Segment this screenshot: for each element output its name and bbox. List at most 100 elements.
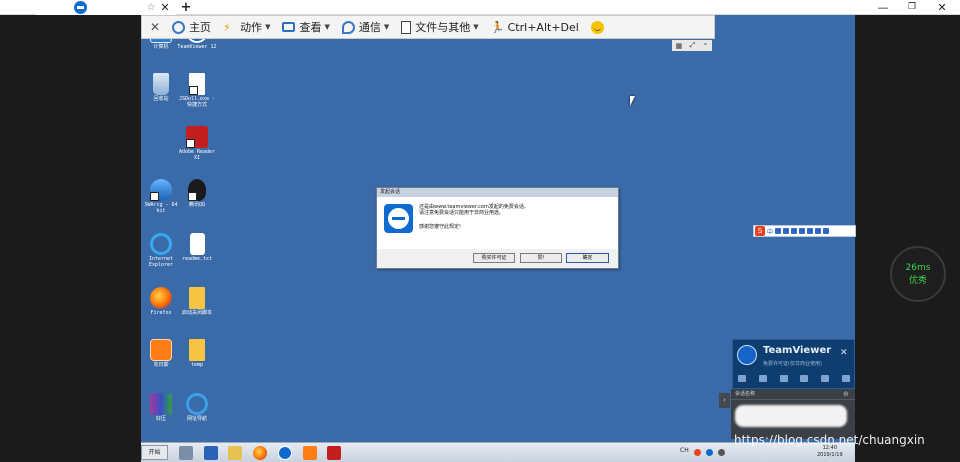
toolbar-view-menu[interactable]: 查看 ▼ <box>282 19 330 35</box>
monitor-icon <box>282 22 296 32</box>
desktop-icon-startup-script[interactable]: 启动关闭脚本 <box>177 287 217 316</box>
internet-explorer-icon <box>150 233 172 255</box>
desktop-icon-recycle-bin[interactable]: 回收站 <box>141 73 181 102</box>
desktop-icon-label: 回收站 <box>153 96 169 102</box>
files-icon[interactable] <box>800 375 809 382</box>
sunlogin-icon[interactable] <box>303 446 317 460</box>
pen-icon[interactable] <box>821 375 830 382</box>
running-man-icon: 🏃 <box>490 20 505 34</box>
maximize-button[interactable]: ❐ <box>905 0 919 15</box>
adobe-reader-icon[interactable] <box>327 446 341 460</box>
panel-close-button[interactable]: ✕ <box>840 348 848 358</box>
buy-license-button[interactable]: 购买许可证 <box>473 253 515 263</box>
window-close-button[interactable]: ✕ <box>935 0 949 15</box>
desktop-icon-temp[interactable]: temp <box>177 339 217 368</box>
ime-mode-toggle[interactable]: 中 <box>767 227 773 236</box>
language-indicator[interactable]: CH <box>680 447 689 454</box>
collapse-toolbar-icon[interactable]: ⌃ <box>702 42 708 50</box>
sogou-tray-icon[interactable] <box>694 449 701 456</box>
teamviewer-logo-icon <box>74 1 87 14</box>
teamviewer-icon[interactable] <box>278 446 292 460</box>
tools-icon[interactable] <box>823 228 830 234</box>
archive-icon <box>150 393 172 415</box>
fullscreen-icon[interactable]: ⤢ <box>690 41 696 50</box>
file-icon <box>401 20 412 34</box>
phone-icon <box>341 20 355 34</box>
desktop-icon-label: 启动关闭脚本 <box>181 310 212 316</box>
desktop-icon-sunlogin[interactable]: 向日葵 <box>141 339 181 368</box>
minimize-button[interactable]: — <box>876 0 890 15</box>
confirm-button[interactable]: 确定 <box>566 253 609 263</box>
qq-penguin-icon <box>188 179 206 201</box>
smiley-icon <box>590 20 604 34</box>
expand-panel-button[interactable]: › <box>719 393 730 408</box>
collapse-icon[interactable] <box>841 375 850 382</box>
home-icon <box>172 20 186 34</box>
teamviewer-logo-icon <box>737 345 757 365</box>
panel-toolbar <box>738 375 850 382</box>
panel-license-note: 免费许可证(仅非商业使用) <box>763 361 822 367</box>
dialog-title[interactable]: 发起会话 <box>377 188 618 197</box>
start-button[interactable]: 开始 <box>141 445 168 460</box>
toolbar-label: 查看 <box>299 21 322 34</box>
toolbar-label: 动作 <box>240 21 263 34</box>
desktop-icon-adobe-reader[interactable]: Adobe Reader XI <box>177 126 217 161</box>
punctuation-icon[interactable] <box>775 228 782 234</box>
desktop-icon-readme[interactable]: readme.txt <box>177 233 217 262</box>
panel-title: TeamViewer <box>763 345 832 356</box>
sogou-ime-bar[interactable]: S 中 <box>753 225 856 237</box>
video-icon[interactable] <box>738 375 746 382</box>
recycle-bin-icon <box>153 73 169 95</box>
microphone-icon[interactable] <box>791 228 798 234</box>
desktop-icon-web-nav[interactable]: 网址导航 <box>177 393 217 422</box>
powershell-icon[interactable] <box>204 446 218 460</box>
desktop-icon-haozip[interactable]: 好压 <box>141 393 181 422</box>
like-button[interactable]: 赞! <box>520 253 562 263</box>
firefox-icon[interactable] <box>253 446 267 460</box>
grip-icon[interactable]: ▦ <box>676 42 683 50</box>
teamviewer-notification-panel: TeamViewer 免费许可证(仅非商业使用) ✕ <box>732 339 855 389</box>
toolbar-actions-menu[interactable]: ⚡ 动作 ▼ <box>223 19 270 35</box>
desktop-icon-label: TeamViewer 12 <box>177 44 217 50</box>
toolbar-communicate-menu[interactable]: 通信 ▼ <box>341 19 389 35</box>
toolbar-feedback[interactable] <box>590 20 608 34</box>
desktop-icon-firefox[interactable]: Firefox <box>141 287 181 316</box>
dialog-footer: 购买许可证 赞! 确定 <box>377 249 618 268</box>
desktop-icon-label: Firefox <box>150 310 172 316</box>
clock-date: 2019/1/19 <box>817 452 843 458</box>
chevron-down-icon[interactable]: ⊕ <box>843 389 849 400</box>
clock[interactable]: 12:40 2019/1/19 <box>817 445 843 459</box>
toolbar-home[interactable]: 主页 <box>172 19 211 35</box>
desktop-icon-label: JSDoll.exe - 快捷方式 <box>178 96 216 108</box>
session-header[interactable]: 会话名称 <box>731 389 855 400</box>
emoji-icon[interactable] <box>783 228 790 234</box>
toolbar-label: 主页 <box>189 21 212 34</box>
help-tray-icon[interactable] <box>718 449 725 456</box>
desktop-icon-internet-explorer[interactable]: Internet Explorer <box>141 233 181 268</box>
star-icon[interactable]: ☆ <box>145 0 157 15</box>
dialog-message-line: 请注意免费会话只能用于非商业用途。 <box>419 210 505 216</box>
file-explorer-icon[interactable] <box>228 446 242 460</box>
sogou-logo-icon[interactable]: S <box>755 226 765 236</box>
desktop-icon-qq[interactable]: 腾讯QQ <box>177 179 217 208</box>
tab-close-button[interactable]: ✕ <box>159 0 171 15</box>
latency-value: 26ms <box>905 263 931 273</box>
chat-icon[interactable] <box>779 375 788 382</box>
desktop-icon-label: readme.txt <box>181 256 213 262</box>
new-tab-button[interactable]: + <box>180 0 192 15</box>
skin-icon[interactable] <box>807 228 814 234</box>
desktop-icon-label: Adobe Reader XI <box>178 149 216 161</box>
shirt-icon[interactable] <box>815 228 822 234</box>
close-session-icon[interactable]: ✕ <box>150 20 160 34</box>
phone-icon[interactable] <box>758 375 767 382</box>
dialog-message-line: 感谢您遵守此规定! <box>419 224 462 230</box>
toolbar-label: 通信 <box>358 21 381 34</box>
desktop-icon-jsdoll[interactable]: JSDoll.exe - 快捷方式 <box>177 73 217 108</box>
toolbar-files-menu[interactable]: 文件与其他 ▼ <box>401 19 479 35</box>
keyboard-icon[interactable] <box>799 228 806 234</box>
desktop-icon-swarcg[interactable]: SWArcg - 64 bit <box>141 179 181 214</box>
watermark: https://blog.csdn.net/chuangxin <box>734 433 925 447</box>
toolbar-ctrl-alt-del[interactable]: 🏃 Ctrl+Alt+Del <box>491 21 579 34</box>
teamviewer-tray-icon[interactable] <box>706 449 713 456</box>
server-manager-icon[interactable] <box>179 446 193 460</box>
